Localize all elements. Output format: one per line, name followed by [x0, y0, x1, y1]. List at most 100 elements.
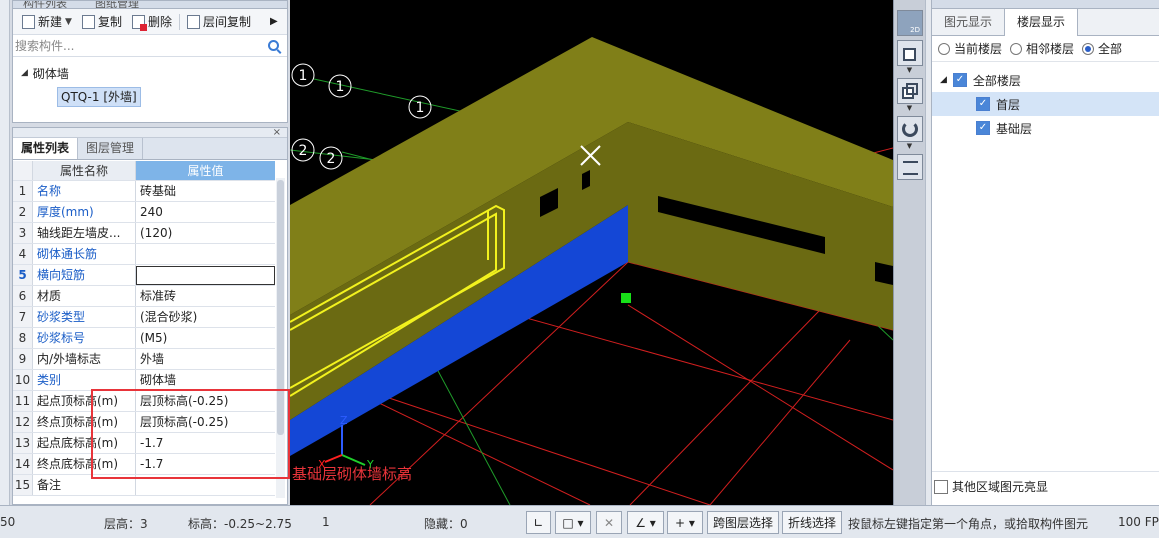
- property-name: 终点底标高(m): [33, 454, 136, 474]
- floor-item-first[interactable]: ✓ 首层: [932, 92, 1159, 116]
- copy-button[interactable]: 复制: [77, 11, 127, 33]
- property-row[interactable]: 13 起点底标高(m) -1.7: [13, 433, 275, 454]
- delete-button[interactable]: 删除: [127, 11, 177, 33]
- checkbox-checked-icon[interactable]: ✓: [976, 97, 990, 111]
- cube-3d-icon[interactable]: [897, 78, 923, 104]
- property-value[interactable]: -1.7: [136, 454, 275, 474]
- layer-list-shape: [903, 161, 918, 175]
- radio-label: 相邻楼层: [1026, 42, 1075, 56]
- cube-front-icon[interactable]: [897, 40, 923, 66]
- property-name: 起点顶标高(m): [33, 391, 136, 411]
- row-index: 1: [13, 181, 33, 201]
- property-name: 材质: [33, 286, 136, 306]
- property-row[interactable]: 3 轴线距左墙皮... (120): [13, 223, 275, 244]
- property-value[interactable]: 砌体墙: [136, 370, 275, 390]
- property-row[interactable]: 8 砂浆标号 (M5): [13, 328, 275, 349]
- property-value[interactable]: 砖基础: [136, 181, 275, 201]
- property-row[interactable]: 5 横向短筋: [13, 265, 275, 286]
- tree-item-selected[interactable]: QTQ-1 [外墙]: [57, 87, 141, 107]
- property-row[interactable]: 15 备注: [13, 475, 275, 496]
- property-row[interactable]: 10 类别 砌体墙: [13, 370, 275, 391]
- property-value[interactable]: [136, 244, 275, 264]
- tab-property-list[interactable]: 属性列表: [13, 138, 79, 159]
- property-value[interactable]: (M5): [136, 328, 275, 348]
- highlight-other-areas[interactable]: 其他区域图元亮显: [932, 471, 1159, 495]
- property-value[interactable]: 标准砖: [136, 286, 275, 306]
- property-row[interactable]: 11 起点顶标高(m) 层顶标高(-0.25): [13, 391, 275, 412]
- row-index: 3: [13, 223, 33, 243]
- property-value[interactable]: 240: [136, 202, 275, 222]
- tab-floor-display[interactable]: 楼层显示: [1004, 9, 1079, 36]
- view-toolbar: 2D ▼ ▼ ▼: [893, 0, 925, 505]
- tab-component-list[interactable]: 构件列表: [17, 1, 73, 8]
- grid-marker-label: 2: [299, 143, 308, 159]
- property-value[interactable]: [136, 475, 275, 495]
- property-row[interactable]: 9 内/外墙标志 外墙: [13, 349, 275, 370]
- property-name: 横向短筋: [33, 265, 136, 285]
- chevron-down-icon[interactable]: ▼: [894, 66, 925, 74]
- row-index: 8: [13, 328, 33, 348]
- grid-marker-label: 1: [299, 68, 308, 84]
- polyline-select-button[interactable]: 折线选择: [782, 511, 843, 534]
- tab-drawing-manage[interactable]: 图纸管理: [89, 1, 145, 8]
- property-value[interactable]: 外墙: [136, 349, 275, 369]
- collapse-triangle-icon[interactable]: ◢: [21, 68, 28, 78]
- radio-all-floors[interactable]: 全部: [1082, 40, 1122, 57]
- checkbox-unchecked-icon[interactable]: [934, 479, 948, 494]
- ortho-toggle-icon[interactable]: ∟: [526, 511, 551, 534]
- status-elevation: 标高：-0.25~2.75: [188, 517, 292, 531]
- floor-tree-root[interactable]: ◢ ✓ 全部楼层: [932, 68, 1159, 92]
- property-row[interactable]: 12 终点顶标高(m) 层顶标高(-0.25): [13, 412, 275, 433]
- property-value[interactable]: [136, 266, 275, 285]
- property-value[interactable]: 层顶标高(-0.25): [136, 412, 275, 432]
- property-row[interactable]: 1 名称 砖基础: [13, 181, 275, 202]
- property-value[interactable]: 层顶标高(-0.25): [136, 391, 275, 411]
- layer-list-icon[interactable]: [897, 154, 923, 180]
- rotate-icon[interactable]: [897, 116, 923, 142]
- view-2d-icon[interactable]: 2D: [897, 10, 923, 36]
- offset-snap-icon[interactable]: + ▾: [667, 511, 703, 534]
- chevron-down-icon[interactable]: ▼: [894, 104, 925, 112]
- component-tree: ◢ 砌体墙 QTQ-1 [外墙]: [13, 57, 287, 107]
- property-value[interactable]: (120): [136, 223, 275, 243]
- tab-element-display[interactable]: 图元显示: [932, 9, 1004, 35]
- 3d-viewport[interactable]: 1 1 1 2 2 Z Y X 基础层砌体墙标高: [290, 0, 893, 505]
- property-row[interactable]: 7 砂浆类型 (混合砂浆): [13, 307, 275, 328]
- property-value[interactable]: (混合砂浆): [136, 307, 275, 327]
- status-fps: 100 FPS: [1118, 515, 1159, 529]
- new-button[interactable]: 新建 ▼: [17, 11, 77, 33]
- property-row[interactable]: 2 厚度(mm) 240: [13, 202, 275, 223]
- radio-current-floor[interactable]: 当前楼层: [938, 40, 1002, 57]
- collapse-triangle-icon[interactable]: ◢: [940, 75, 947, 85]
- cube-front-shape: [903, 48, 916, 61]
- angle-snap-icon[interactable]: ∠ ▾: [627, 511, 664, 534]
- display-panel: 图元显示 楼层显示 当前楼层 相邻楼层 全部 ◢ ✓ 全部楼层 ✓ 首层 ✓ 基…: [931, 0, 1159, 505]
- cancel-cross-icon[interactable]: ✕: [596, 511, 622, 534]
- property-row[interactable]: 14 终点底标高(m) -1.7: [13, 454, 275, 475]
- search-input[interactable]: [15, 38, 268, 53]
- floor-item-foundation[interactable]: ✓ 基础层: [932, 116, 1159, 140]
- tree-category[interactable]: ◢ 砌体墙: [21, 63, 287, 83]
- scrollbar-thumb[interactable]: [277, 180, 284, 435]
- property-value[interactable]: -1.7: [136, 433, 275, 453]
- floor-copy-button[interactable]: 层间复制: [182, 11, 256, 33]
- checkbox-checked-icon[interactable]: ✓: [976, 121, 990, 135]
- row-index: 6: [13, 286, 33, 306]
- property-row[interactable]: 4 砌体通长筋: [13, 244, 275, 265]
- property-scrollbar[interactable]: [276, 178, 285, 498]
- chevron-down-icon[interactable]: ▼: [894, 142, 925, 150]
- grid-header: 属性名称 属性值: [13, 161, 275, 181]
- row-index: 10: [13, 370, 33, 390]
- property-row[interactable]: 6 材质 标准砖: [13, 286, 275, 307]
- cross-floor-select-button[interactable]: 跨图层选择: [707, 511, 780, 534]
- radio-adjacent-floor[interactable]: 相邻楼层: [1010, 40, 1074, 57]
- checkbox-checked-icon[interactable]: ✓: [952, 73, 967, 87]
- floor-scope-radios: 当前楼层 相邻楼层 全部: [932, 36, 1159, 62]
- property-name: 起点底标高(m): [33, 433, 136, 453]
- toolbar-more-icon[interactable]: ▶: [270, 16, 278, 27]
- snap-box-icon[interactable]: □ ▾: [555, 511, 591, 534]
- tab-layer-manage[interactable]: 图层管理: [78, 138, 144, 159]
- close-icon[interactable]: ×: [273, 128, 281, 138]
- search-icon[interactable]: [268, 40, 279, 51]
- floor-root-label: 全部楼层: [972, 73, 1021, 88]
